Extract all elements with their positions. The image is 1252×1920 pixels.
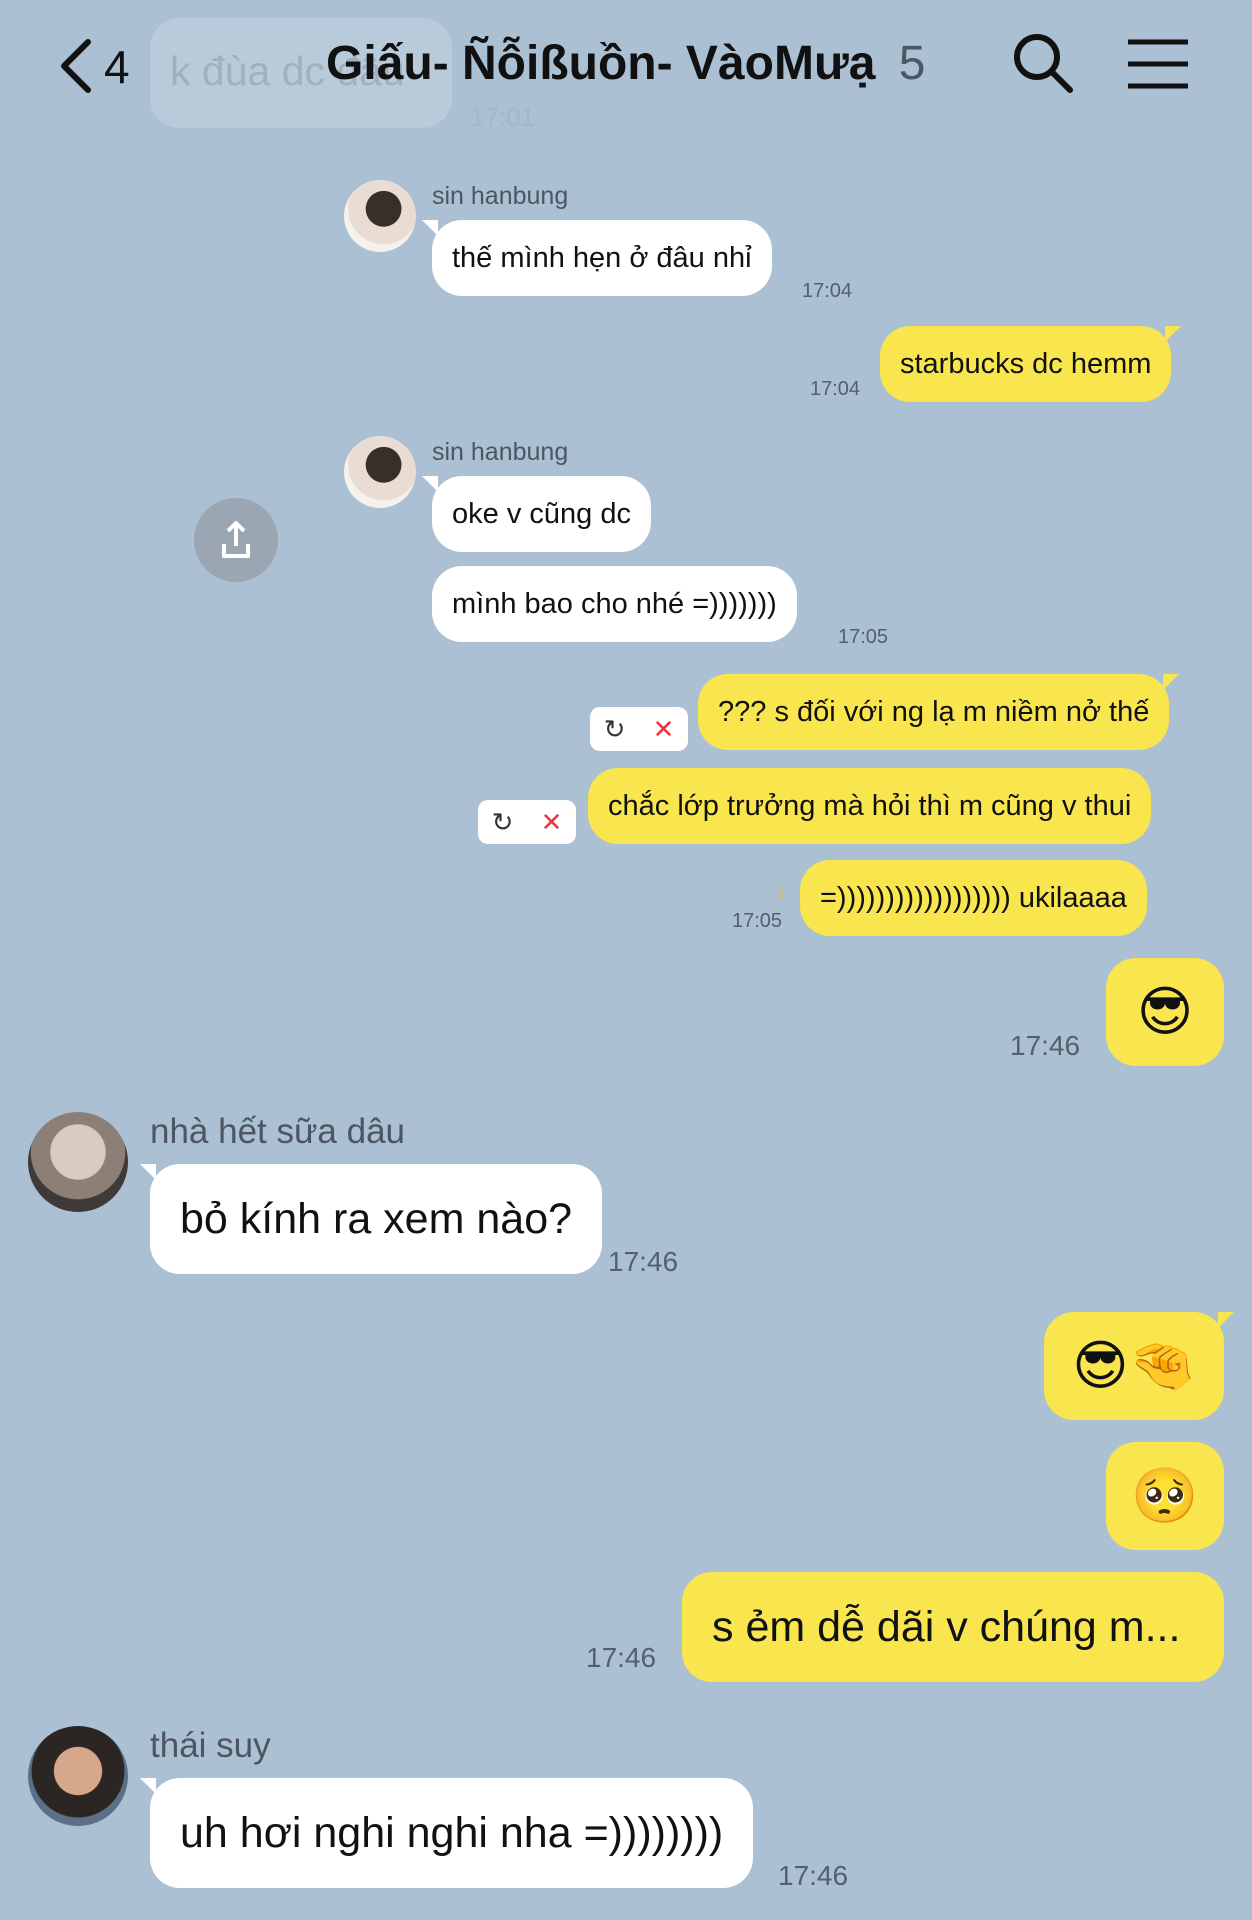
- retry-icon[interactable]: ↻: [604, 714, 626, 745]
- emoji-bubble[interactable]: 😎🤏: [1044, 1312, 1234, 1420]
- failed-message-actions: ↻ ✕: [590, 707, 688, 751]
- message-time: 17:05: [732, 910, 783, 932]
- avatar-nha-het-sua-dau[interactable]: [28, 1112, 128, 1212]
- chat-title-text: Giấu- Ñỗißuồn- VàoMưạ: [326, 37, 876, 90]
- chat-title: Giấu- Ñỗißuồn- VàoMưạ 5: [326, 36, 925, 91]
- message-bubble[interactable]: ??? s đối với ng lạ m niềm nở thế: [698, 674, 1180, 750]
- share-icon: [222, 521, 250, 558]
- menu-button[interactable]: [1126, 38, 1190, 90]
- avatar-sin-hanbung[interactable]: [344, 436, 416, 508]
- sunglasses-pinch-emoji: 😎🤏: [1072, 1336, 1196, 1396]
- share-button[interactable]: [194, 498, 278, 582]
- message-bubble[interactable]: thế mình hẹn ở đâu nhỉ: [422, 220, 772, 296]
- message-bubble[interactable]: =)))))))))))))))))) ukilaaaa: [800, 860, 1147, 936]
- message-bubble[interactable]: starbucks dc hemm: [880, 326, 1182, 402]
- message-time: 17:46: [1010, 1030, 1081, 1061]
- chevron-left-icon: [61, 39, 91, 93]
- delete-icon[interactable]: ✕: [653, 714, 675, 745]
- message-bubble[interactable]: bỏ kính ra xem nào?: [139, 1164, 603, 1274]
- message-time: 17:46: [586, 1642, 657, 1673]
- message-time: 17:46: [778, 1860, 849, 1891]
- message-time: 17:46: [608, 1246, 679, 1277]
- sunglasses-emoji: 😎: [1136, 982, 1194, 1042]
- search-button[interactable]: [1010, 30, 1076, 96]
- message-text: bỏ kính ra xem nào?: [180, 1194, 573, 1243]
- header: 4 Giấu- Ñỗißuồn- VàoMưạ 5: [0, 0, 1252, 130]
- emoji-bubble[interactable]: 😎: [1106, 958, 1224, 1066]
- avatar-sin-hanbung[interactable]: [344, 180, 416, 252]
- message-text: mình bao cho nhé =))))))): [452, 587, 777, 620]
- sender-name: sin hanbung: [432, 182, 569, 210]
- message-bubble[interactable]: s ẻm dễ dãi v chúng m...: [682, 1572, 1224, 1682]
- message-text: thế mình hẹn ở đâu nhỉ: [452, 241, 752, 274]
- sender-name: sin hanbung: [432, 438, 569, 466]
- message-text: starbucks dc hemm: [900, 347, 1152, 380]
- message-text: chắc lớp trưởng mà hỏi thì m cũng v thui: [608, 789, 1132, 822]
- delete-icon[interactable]: ✕: [541, 807, 563, 838]
- message-text: uh hơi nghi nghi nha =)))))))): [180, 1808, 724, 1857]
- pleading-face-emoji: 🥺: [1131, 1466, 1199, 1526]
- message-text: =)))))))))))))))))) ukilaaaa: [820, 881, 1127, 914]
- avatar-thai-suy[interactable]: [28, 1726, 128, 1826]
- back-unread-count: 4: [104, 41, 130, 93]
- retry-icon[interactable]: ↻: [492, 807, 514, 838]
- message-text: oke v cũng dc: [452, 497, 631, 530]
- emoji-bubble[interactable]: 🥺: [1106, 1442, 1224, 1550]
- search-icon: [1014, 34, 1073, 93]
- message-bubble[interactable]: oke v cũng dc: [422, 476, 651, 552]
- failed-message-actions: ↻ ✕: [478, 800, 576, 844]
- message-time: 17:04: [810, 378, 861, 400]
- message-bubble[interactable]: uh hơi nghi nghi nha =)))))))): [139, 1778, 754, 1888]
- hamburger-menu-icon: [1128, 39, 1188, 89]
- back-button[interactable]: 4: [50, 30, 140, 100]
- message-text: ??? s đối với ng lạ m niềm nở thế: [718, 695, 1150, 728]
- message-time: 17:05: [838, 626, 889, 648]
- message-bubble[interactable]: mình bao cho nhé =))))))): [432, 566, 797, 642]
- message-time: 17:04: [802, 280, 853, 302]
- member-count: 5: [898, 37, 926, 90]
- message-text: s ẻm dễ dãi v chúng m...: [712, 1602, 1181, 1651]
- unread-count: 1: [776, 884, 787, 904]
- sender-name: thái suy: [150, 1726, 271, 1765]
- sender-name: nhà hết sữa dâu: [150, 1112, 406, 1151]
- message-bubble[interactable]: chắc lớp trưởng mà hỏi thì m cũng v thui: [588, 768, 1152, 844]
